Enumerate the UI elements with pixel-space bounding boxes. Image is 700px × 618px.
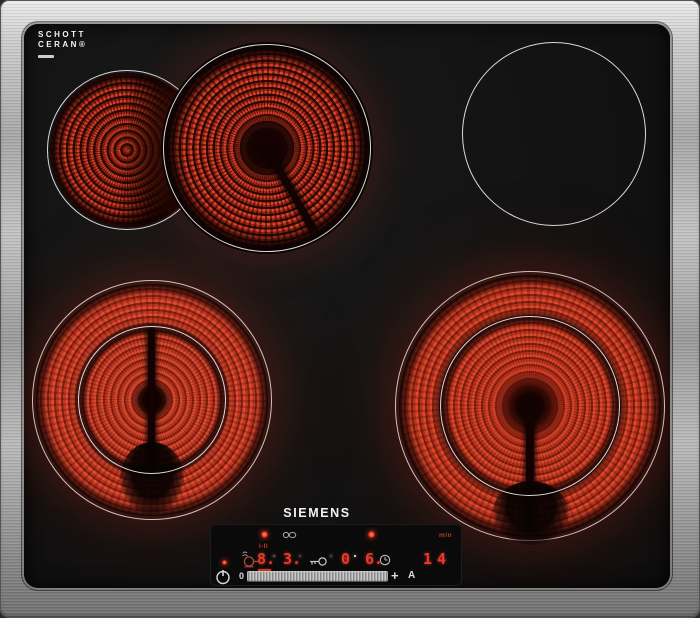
zone-position-indicator-back-left — [273, 555, 282, 564]
power-led — [222, 560, 227, 565]
ceran-glass-surface: SCHOTT CERAN® SIEMENS min I-II 8. 3. 0 6… — [24, 24, 670, 588]
clock-icon — [379, 554, 391, 566]
timer-value: 14 — [423, 550, 452, 568]
roaster-right-outline — [163, 44, 371, 252]
zone-position-indicator-back-right — [330, 555, 339, 564]
matrix-cell — [273, 555, 275, 557]
zone-level-back-right: 0 — [341, 550, 351, 568]
front-left-inner-outline — [78, 326, 226, 474]
slider-plus-button[interactable]: + — [391, 568, 399, 583]
front-right-inner-outline — [440, 316, 620, 496]
left-indicator-led — [261, 531, 268, 538]
power-icon[interactable] — [215, 569, 231, 585]
siemens-logo: SIEMENS — [283, 506, 351, 520]
schott-ceran-badge: SCHOTT CERAN® — [38, 30, 87, 58]
auto-button[interactable]: A — [408, 570, 415, 581]
child-lock-icon[interactable] — [309, 556, 328, 567]
zone-back-right-outline — [462, 42, 646, 226]
schott-ceran-line1: SCHOTT — [38, 30, 86, 39]
schott-ceran-subtext-bar — [38, 55, 54, 58]
matrix-cell — [330, 555, 332, 557]
control-panel: min I-II 8. 3. 0 6. 14 0 + A — [210, 524, 462, 586]
matrix-cell-on — [354, 555, 356, 557]
zone-position-indicator-front-left — [299, 555, 308, 564]
pot-bridge-icon — [282, 531, 297, 539]
zone-position-indicator-front-right — [354, 555, 363, 564]
matrix-cell — [299, 555, 301, 557]
power-level-slider[interactable] — [247, 571, 388, 582]
slider-zero-label: 0 — [239, 571, 245, 581]
schott-ceran-line2: CERAN® — [38, 40, 88, 49]
cooktop: SCHOTT CERAN® SIEMENS min I-II 8. 3. 0 6… — [0, 0, 700, 618]
pan-detection-icon — [242, 551, 258, 568]
timer-unit-label: min — [439, 532, 453, 539]
right-indicator-led — [368, 531, 375, 538]
